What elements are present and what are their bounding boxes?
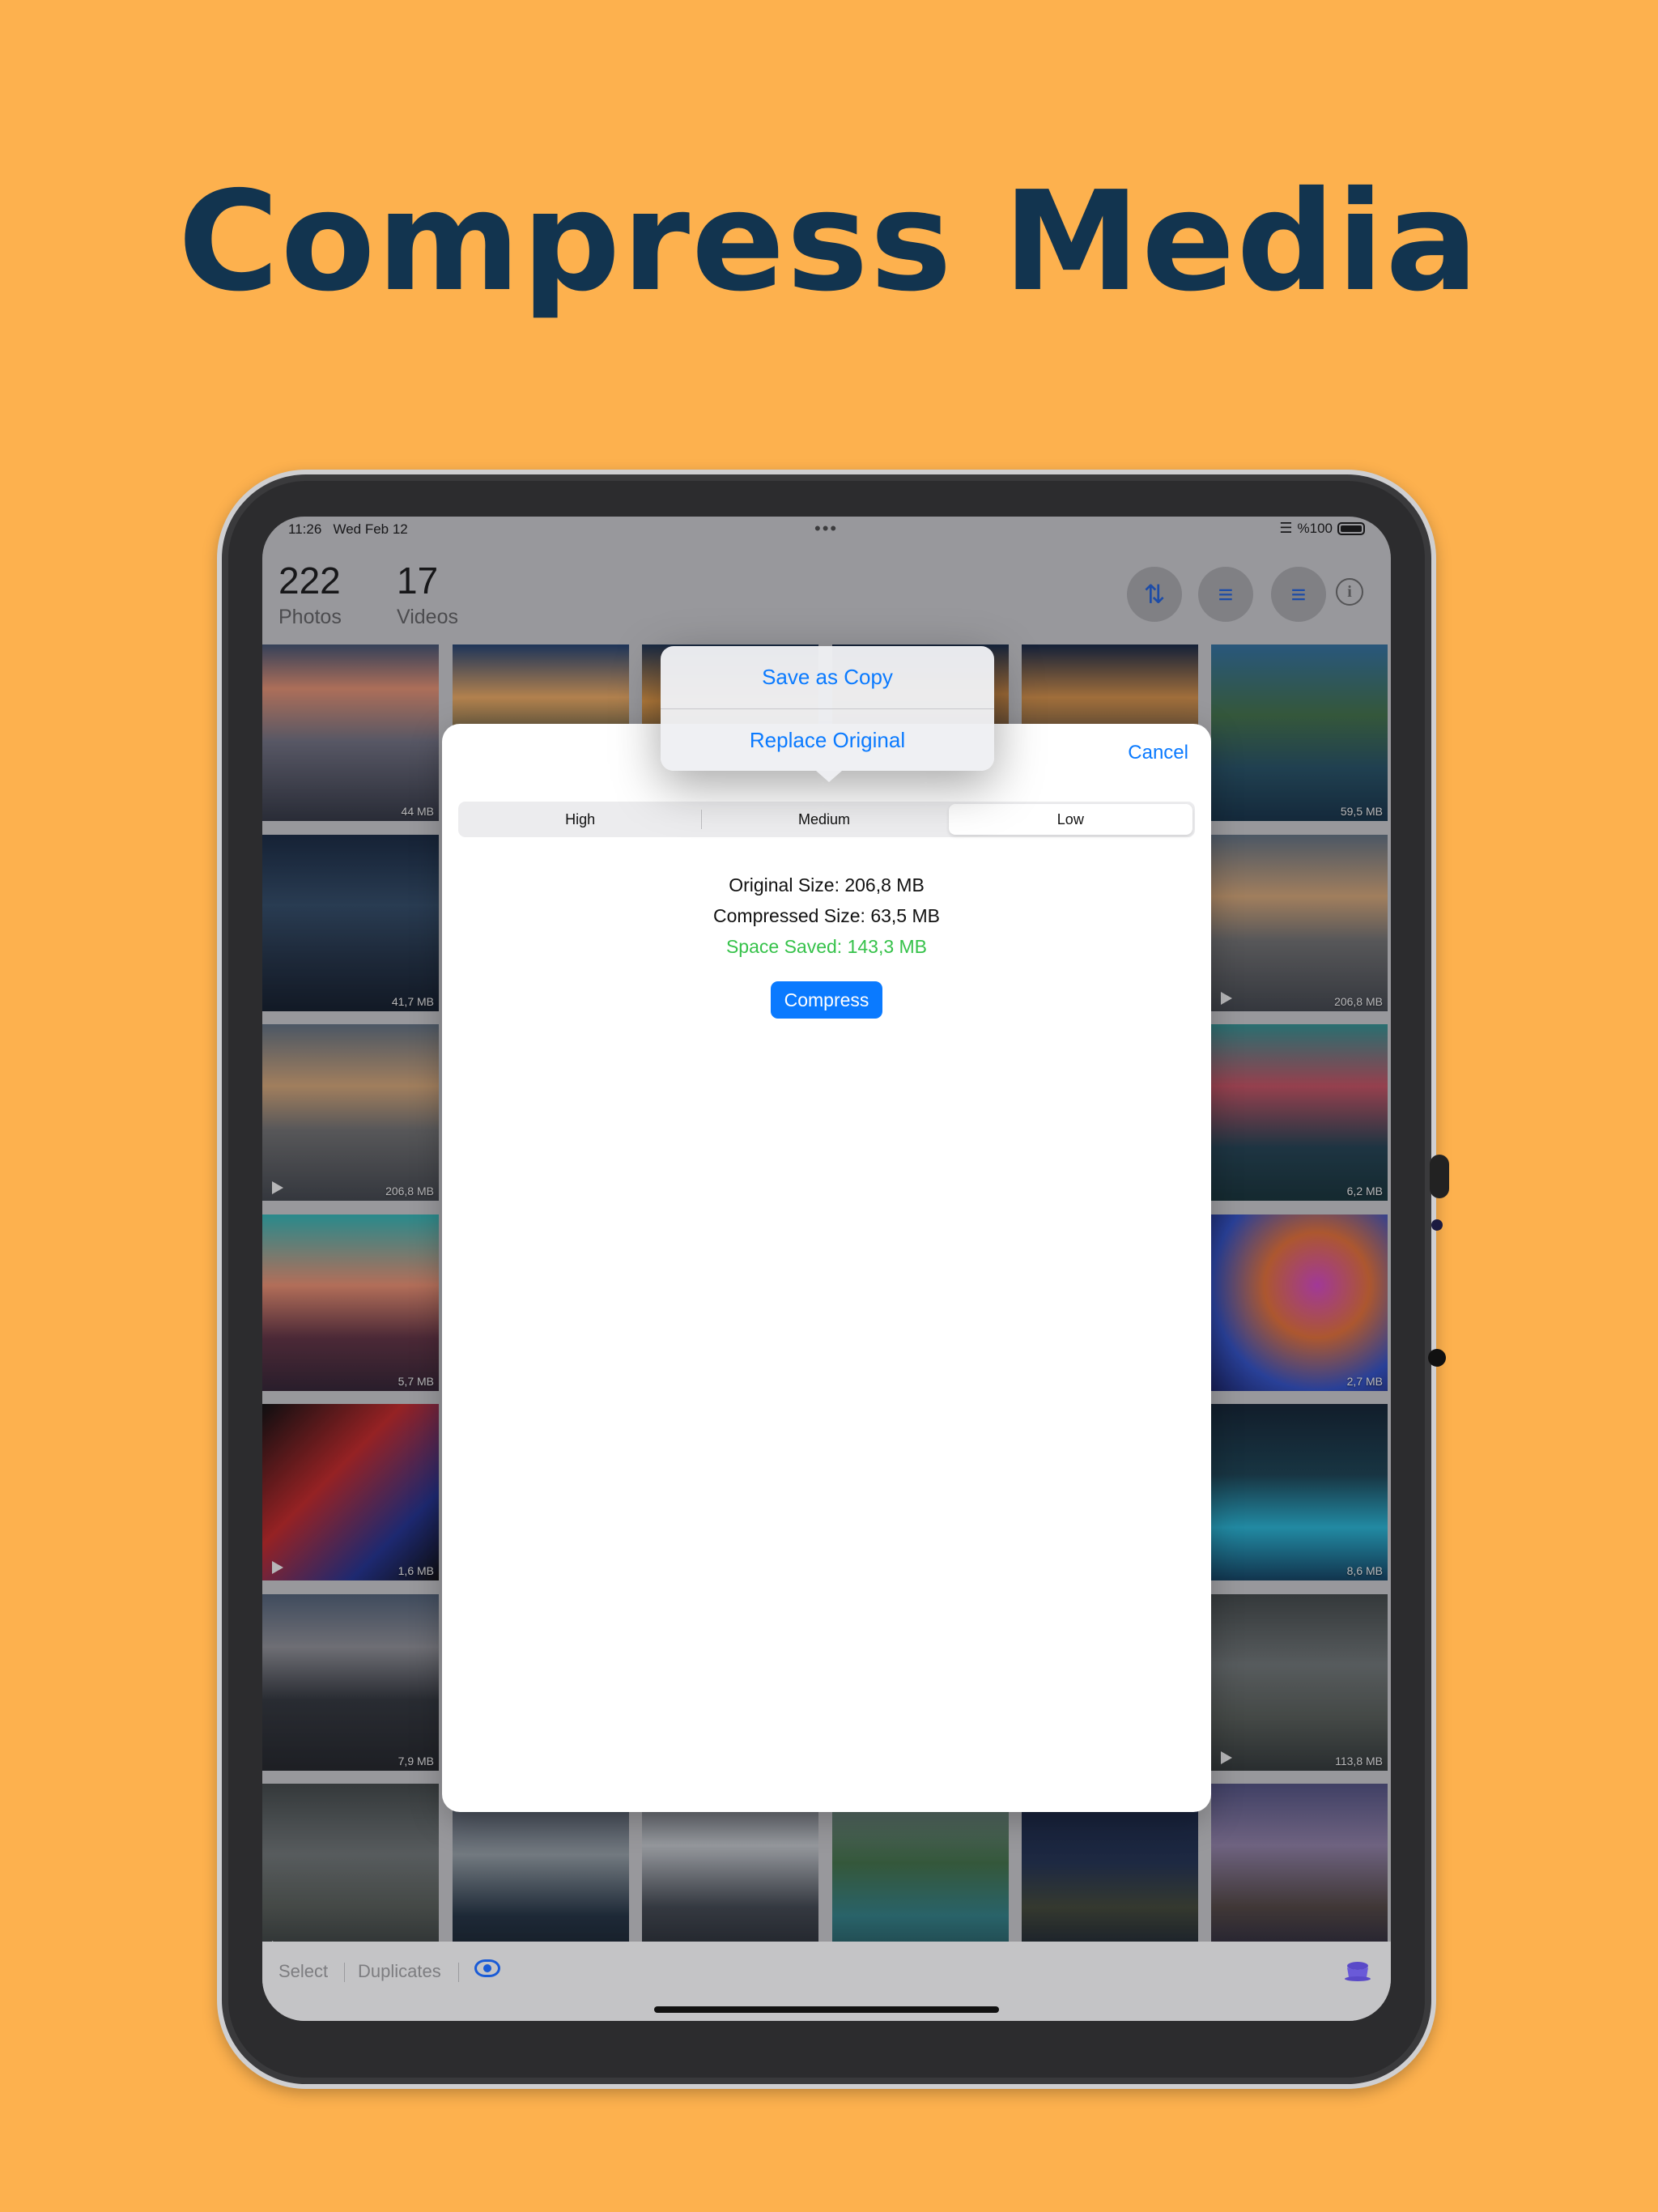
photos-label: Photos — [278, 606, 342, 628]
media-tile[interactable] — [1211, 1784, 1388, 1960]
quality-segmented-control: High Medium Low — [458, 802, 1195, 837]
media-tile[interactable]: 113,8 MB — [1211, 1594, 1388, 1771]
play-icon — [272, 1181, 283, 1194]
file-size-label: 6,2 MB — [1346, 1185, 1383, 1197]
media-tile[interactable]: 206,8 MB — [1211, 835, 1388, 1011]
wifi-icon: ☰ — [1279, 520, 1293, 536]
coffee-cup-icon[interactable] — [1344, 1959, 1371, 1982]
file-size-label: 206,8 MB — [385, 1185, 434, 1197]
media-tile[interactable]: 2,7 MB — [1211, 1214, 1388, 1391]
status-date: Wed Feb 12 — [333, 521, 408, 537]
home-indicator[interactable] — [654, 2006, 999, 2013]
camera-dot — [1431, 1219, 1443, 1231]
file-size-label: 59,5 MB — [1340, 805, 1383, 818]
play-icon — [1221, 1751, 1232, 1764]
compress-button[interactable]: Compress — [771, 981, 882, 1019]
media-tile[interactable]: 5,7 MB — [262, 1214, 439, 1391]
play-icon — [1221, 992, 1232, 1005]
save-as-copy-option[interactable]: Save as Copy — [661, 646, 994, 708]
eye-icon[interactable] — [474, 1959, 500, 1977]
file-size-label: 8,6 MB — [1346, 1564, 1383, 1577]
segment-high-label: High — [565, 811, 596, 827]
videos-label: Videos — [397, 606, 458, 628]
compress-sheet: Cancel High Medium Low Original Size: 20… — [442, 724, 1211, 1812]
media-tile[interactable]: 7,9 MB — [262, 1594, 439, 1771]
play-icon — [272, 1561, 283, 1574]
file-size-label: 7,9 MB — [397, 1755, 434, 1767]
photos-count-block: 222 Photos — [278, 559, 342, 629]
media-tile[interactable]: 6,2 MB — [1211, 1024, 1388, 1201]
videos-count-block: 17 Videos — [397, 559, 458, 629]
file-size-label: 206,8 MB — [1334, 995, 1383, 1008]
filter-icon: ≡ — [1290, 579, 1307, 609]
media-tile[interactable]: 1,6 MB — [262, 1404, 439, 1580]
media-tile[interactable]: 8,6 MB — [1211, 1404, 1388, 1580]
file-size-label: 5,7 MB — [397, 1375, 434, 1388]
media-tile[interactable]: 206,8 MB — [262, 1024, 439, 1201]
save-options-popover: Save as Copy Replace Original — [661, 646, 994, 782]
sort-icon: ⇅ — [1143, 580, 1166, 609]
media-tile[interactable]: 41,7 MB — [262, 835, 439, 1011]
sensor-dot — [1428, 1349, 1446, 1367]
popover-arrow — [816, 771, 842, 782]
compressed-size: Compressed Size: 63,5 MB — [713, 905, 940, 926]
photos-count: 222 — [278, 559, 341, 602]
segment-low-label: Low — [1056, 811, 1084, 827]
status-right: ☰ %100 — [1279, 520, 1365, 537]
headline: Compress Media — [177, 162, 1481, 322]
status-bar: 11:26 Wed Feb 12 ••• ☰ %100 — [262, 517, 1391, 546]
bottom-toolbar: Select Duplicates — [262, 1942, 1391, 2021]
media-tile[interactable]: 44 MB — [262, 644, 439, 821]
multitasking-dots[interactable]: ••• — [814, 518, 838, 539]
side-button — [1430, 1155, 1449, 1198]
status-time-value: 11:26 — [288, 521, 322, 537]
segment-high[interactable]: High — [458, 802, 703, 837]
toolbar-divider — [344, 1963, 345, 1982]
battery-percent: %100 — [1297, 520, 1333, 536]
file-size-label: 41,7 MB — [391, 995, 434, 1008]
cancel-button[interactable]: Cancel — [1128, 742, 1188, 764]
file-size-label: 113,8 MB — [1335, 1755, 1383, 1767]
segment-medium[interactable]: Medium — [702, 802, 946, 837]
toolbar-divider-2 — [458, 1963, 459, 1982]
videos-count: 17 — [397, 559, 439, 602]
media-tile[interactable] — [262, 1784, 439, 1960]
space-saved: Space Saved: 143,3 MB — [725, 936, 928, 957]
file-size-label: 2,7 MB — [1346, 1375, 1383, 1388]
segment-medium-label: Medium — [797, 811, 850, 827]
replace-original-option[interactable]: Replace Original — [661, 709, 994, 772]
filter-icon: ≡ — [1218, 579, 1234, 609]
media-tile[interactable]: 59,5 MB — [1211, 644, 1388, 821]
screen: 11:26 Wed Feb 12 ••• ☰ %100 222 Photos 1… — [262, 517, 1391, 2021]
file-size-label: 1,6 MB — [397, 1564, 434, 1577]
original-size: Original Size: 206,8 MB — [729, 874, 925, 895]
file-size-label: 44 MB — [401, 805, 434, 818]
segment-low[interactable]: Low — [948, 804, 1192, 835]
status-time: 11:26 Wed Feb 12 — [288, 521, 408, 538]
filter-button[interactable]: ≡ — [1198, 567, 1253, 622]
info-icon[interactable]: i — [1336, 578, 1363, 606]
battery-icon — [1337, 521, 1365, 535]
duplicates-button[interactable]: Duplicates — [358, 1961, 441, 1982]
sort-button[interactable]: ⇅ — [1127, 567, 1182, 622]
filter-button-2[interactable]: ≡ — [1271, 567, 1326, 622]
select-button[interactable]: Select — [278, 1961, 328, 1982]
